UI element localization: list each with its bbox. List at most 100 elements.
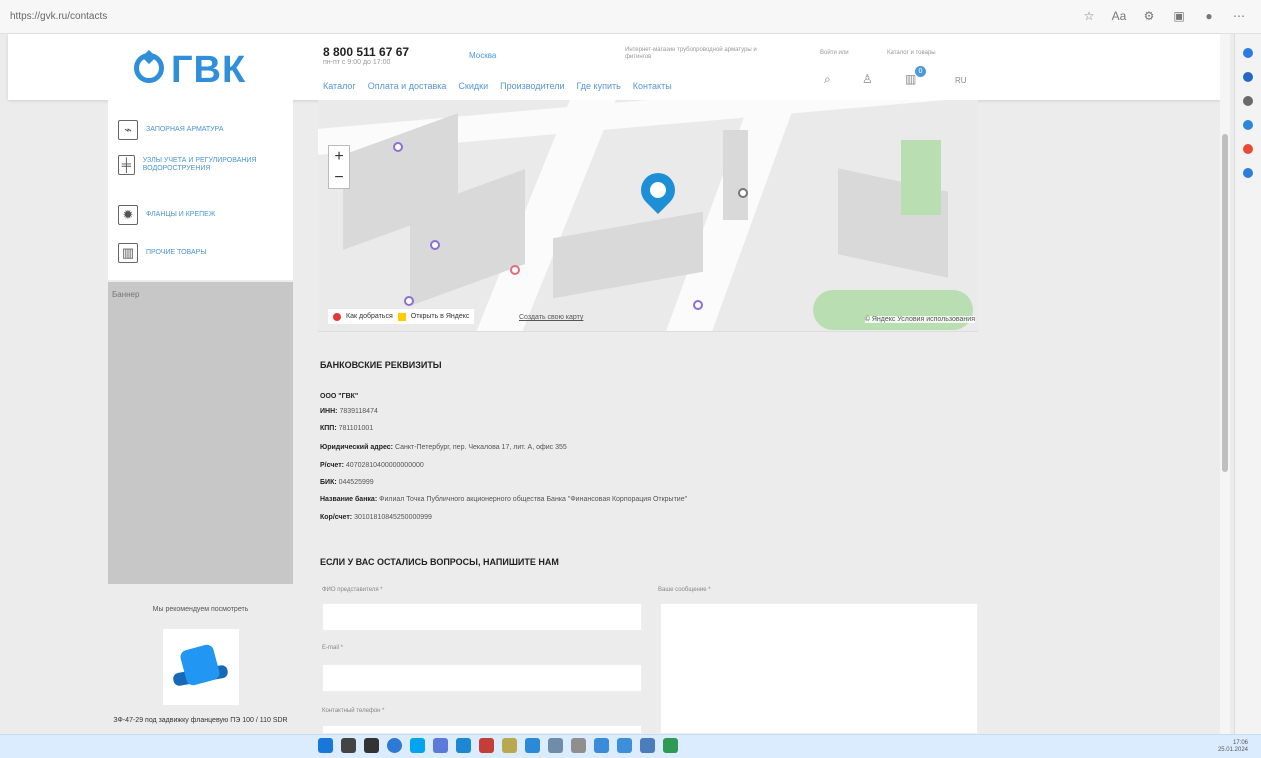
yandex-icon xyxy=(397,312,406,321)
media-icon[interactable] xyxy=(571,738,586,753)
search-taskbar-icon[interactable] xyxy=(341,738,356,753)
reader-icon[interactable]: Aa xyxy=(1111,9,1127,23)
bank-line: БИК: 044525999 xyxy=(320,479,374,486)
office-sidebar-icon[interactable] xyxy=(1243,144,1253,154)
bank-line: ООО "ГВК" xyxy=(320,393,359,400)
menu-icon[interactable]: ⋯ xyxy=(1231,9,1247,23)
banner-label: Баннер xyxy=(112,290,140,299)
logo-text: ГВК xyxy=(171,49,247,91)
map-zoom-control[interactable]: + − xyxy=(328,145,350,189)
user-icon[interactable]: ♙ xyxy=(862,72,873,86)
zoom-in-button[interactable]: + xyxy=(329,146,349,167)
open-yandex-link[interactable]: Открыть в Яндекс xyxy=(411,313,470,320)
shopping-sidebar-icon[interactable] xyxy=(1243,72,1253,82)
recommended-title: Мы рекомендуем посмотреть xyxy=(152,606,249,613)
map-poi-icon[interactable] xyxy=(693,300,703,310)
taskbar-clock[interactable]: 17:06 25.01.2024 xyxy=(1218,740,1248,754)
bank-line: Р/счет: 40702810400000000000 xyxy=(320,462,424,469)
menu-item-manufacturers[interactable]: Производители xyxy=(500,81,564,91)
search-sidebar-icon[interactable] xyxy=(1243,48,1253,58)
excel-icon[interactable] xyxy=(663,738,678,753)
recommended-product[interactable]: Мы рекомендуем посмотреть ЗФ-47-29 под з… xyxy=(108,598,293,738)
address-bar[interactable]: https://gvk.ru/contacts xyxy=(10,11,107,22)
route-link[interactable]: Как добраться xyxy=(346,313,393,320)
product-image[interactable] xyxy=(162,629,239,705)
sidebar-item-pipes[interactable]: ╪ УЗЛЫ УЧЕТА И РЕГУЛИРОВАНИЯ ВОДОРОСТРУЕН… xyxy=(118,155,293,175)
name-field[interactable] xyxy=(322,603,642,631)
settings-icon[interactable] xyxy=(548,738,563,753)
phone-label: Контактный телефон * xyxy=(322,708,385,714)
games-sidebar-icon[interactable] xyxy=(1243,120,1253,130)
cart-icon[interactable]: ▥ xyxy=(905,72,916,86)
collections-icon[interactable]: ▣ xyxy=(1171,9,1187,23)
office-location-pin[interactable] xyxy=(633,165,683,215)
menu-item-discounts[interactable]: Скидки xyxy=(458,81,488,91)
login-label[interactable]: Войти или xyxy=(820,50,849,56)
menu-item-delivery[interactable]: Оплата и доставка xyxy=(368,81,447,91)
map-poi-icon[interactable] xyxy=(510,265,520,275)
mail-icon[interactable] xyxy=(525,738,540,753)
site-logo[interactable]: ГВК xyxy=(134,45,270,91)
menu-item-catalog[interactable]: Каталог xyxy=(323,81,356,91)
network-icon[interactable] xyxy=(594,738,609,753)
edge-icon[interactable] xyxy=(410,738,425,753)
map-copyright[interactable]: © Яндекс Условия использования xyxy=(864,316,975,323)
extension-icon[interactable]: ⚙ xyxy=(1141,9,1157,23)
chrome-icon[interactable] xyxy=(387,738,402,753)
header-phone[interactable]: 8 800 511 67 67 xyxy=(323,45,409,59)
sidebar-categories: ⌁ ЗАПОРНАЯ АРМАТУРА ╪ УЗЛЫ УЧЕТА И РЕГУЛИР… xyxy=(108,100,293,280)
product-title[interactable]: ЗФ-47-29 под задвижку фланцевую ПЭ 100 /… xyxy=(108,717,293,725)
bank-line: ИНН: 7839118474 xyxy=(320,408,378,415)
logo-mark-icon xyxy=(134,53,164,83)
scroll-thumb[interactable] xyxy=(1222,134,1228,472)
main-menu: Каталог Оплата и доставка Скидки Произво… xyxy=(323,81,672,91)
city-selector[interactable]: Москва xyxy=(469,51,496,60)
search-icon[interactable]: ⌕ xyxy=(824,72,831,87)
folder-icon[interactable] xyxy=(502,738,517,753)
volume-icon[interactable] xyxy=(617,738,632,753)
zoom-out-button[interactable]: − xyxy=(329,167,349,188)
page-scrollbar[interactable] xyxy=(1220,34,1230,734)
cart-count: 0 xyxy=(915,66,926,77)
store-icon[interactable] xyxy=(456,738,471,753)
bank-line: Кор/счет: 30101810845250000999 xyxy=(320,514,432,521)
message-field[interactable] xyxy=(660,603,978,734)
phone-field[interactable] xyxy=(322,725,642,734)
catalog-label[interactable]: Каталог и товары xyxy=(887,50,936,56)
favorite-icon[interactable]: ☆ xyxy=(1081,9,1097,23)
browser-tools: ☆ Aa ⚙ ▣ ● ⋯ xyxy=(1081,9,1247,23)
map-poi-icon[interactable] xyxy=(738,188,748,198)
email-label: E-mail * xyxy=(322,645,344,651)
map-poi-icon[interactable] xyxy=(430,240,440,250)
map-poi-icon[interactable] xyxy=(404,296,414,306)
email-field[interactable] xyxy=(322,664,642,692)
sidebar-item-other[interactable]: ▥ ПРОЧИЕ ТОВАРЫ xyxy=(118,243,207,263)
browser-toolbar: https://gvk.ru/contacts ☆ Aa ⚙ ▣ ● ⋯ xyxy=(0,0,1261,34)
calendar-icon[interactable] xyxy=(640,738,655,753)
box-icon: ▥ xyxy=(118,243,138,263)
outlook-sidebar-icon[interactable] xyxy=(1243,168,1253,178)
valve-icon: ⌁ xyxy=(118,120,138,140)
sidebar-item-flanges[interactable]: ✹ ФЛАНЦЫ И КРЕПЕЖ xyxy=(118,205,215,225)
start-icon[interactable] xyxy=(318,738,333,753)
header-actions: Войти или Каталог и товары ⌕ ♙ ▥ 0 RU xyxy=(800,41,986,93)
files-icon[interactable] xyxy=(433,738,448,753)
bank-line: КПП: 781101001 xyxy=(320,425,374,432)
profile-icon[interactable]: ● xyxy=(1201,9,1217,23)
location-map[interactable]: + − Как добраться Открыть в Яндекс Создать… xyxy=(318,100,978,332)
working-hours: пн-пт с 9:00 до 17:00 xyxy=(323,59,391,66)
create-map-link[interactable]: Создать свою карту xyxy=(519,314,583,321)
sidebar-item-valves[interactable]: ⌁ ЗАПОРНАЯ АРМАТУРА xyxy=(118,120,224,140)
tools-sidebar-icon[interactable] xyxy=(1243,96,1253,106)
map-poi-icon[interactable] xyxy=(393,142,403,152)
menu-item-contacts[interactable]: Контакты xyxy=(633,81,672,91)
browser-sidebar xyxy=(1234,34,1261,734)
bank-line: Юридический адрес: Санкт-Петербург, пер.… xyxy=(320,444,567,451)
language-code[interactable]: RU xyxy=(955,76,967,85)
sidebar-banner[interactable]: Баннер xyxy=(108,282,293,584)
menu-item-where[interactable]: Где купить xyxy=(577,81,621,91)
task-view-icon[interactable] xyxy=(364,738,379,753)
header-note: Интернет-магазин трубопроводной арматуры… xyxy=(625,47,757,60)
taskbar-apps xyxy=(318,738,678,753)
app-red-icon[interactable] xyxy=(479,738,494,753)
